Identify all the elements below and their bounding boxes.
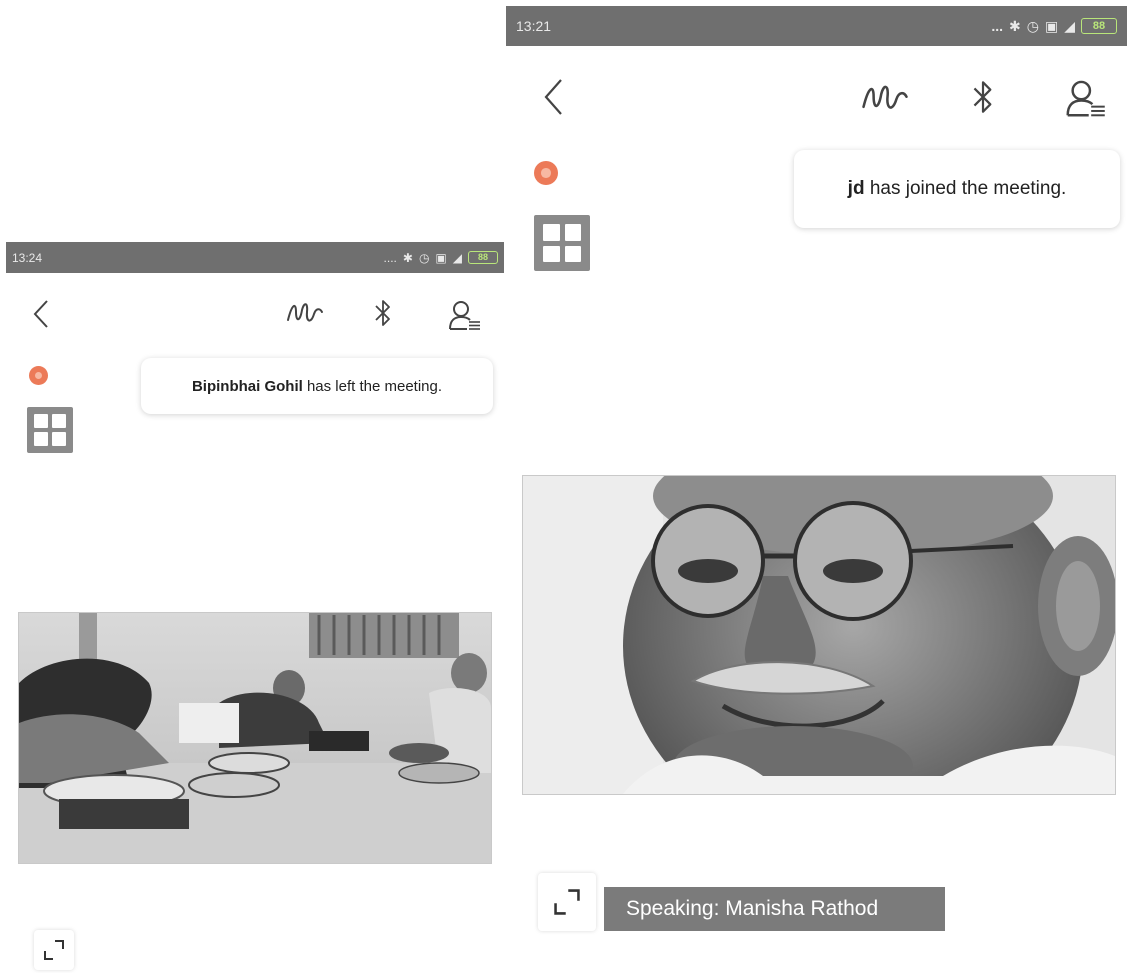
status-time: 13:21	[516, 18, 552, 34]
status-icons: ... ✱ ◷ ▣ ◢ 88	[991, 18, 1117, 35]
alarm-status-icon: ◷	[1026, 17, 1039, 34]
bluetooth-icon	[973, 81, 992, 113]
back-icon	[33, 300, 48, 328]
video-feed[interactable]	[522, 475, 1116, 795]
left-meeting-screen: 13:24 .... ✱ ◷ ▣ ◢ 88 Bipinbhai Gohil ha…	[6, 242, 504, 973]
notification-status-icon: ▣	[1044, 17, 1059, 34]
bluetooth-icon	[375, 300, 390, 326]
alarm-status-icon: ◷	[418, 250, 430, 265]
meeting-notification-toast: jd has joined the meeting.	[794, 150, 1120, 228]
annotate-button[interactable]	[284, 298, 326, 328]
back-icon	[544, 79, 562, 115]
video-frame-image	[523, 476, 1115, 794]
expand-icon	[554, 889, 580, 915]
toast-message: Bipinbhai Gohil has left the meeting.	[192, 378, 442, 395]
back-button[interactable]	[28, 294, 54, 334]
grid-view-button[interactable]	[27, 407, 73, 453]
annotate-button[interactable]	[858, 78, 912, 118]
battery-icon: 88	[1081, 18, 1117, 34]
scribble-icon	[862, 85, 908, 109]
status-dots: ...	[991, 18, 1004, 34]
battery-icon: 88	[468, 251, 498, 264]
notification-status-icon: ▣	[435, 250, 447, 265]
notification-dot-icon	[534, 161, 558, 185]
participants-icon	[449, 301, 480, 330]
grid-view-icon-cell	[564, 224, 581, 241]
right-meeting-screen: 13:21 ... ✱ ◷ ▣ ◢ 88 jd has joined the m…	[506, 0, 1127, 973]
bluetooth-button[interactable]	[967, 74, 999, 120]
status-bar: 13:21 ... ✱ ◷ ▣ ◢ 88	[506, 6, 1127, 46]
fullscreen-button[interactable]	[538, 873, 596, 931]
active-speaker-label: Speaking: Manisha Rathod	[604, 887, 945, 931]
grid-view-icon-cell	[52, 414, 66, 428]
status-bar: 13:24 .... ✱ ◷ ▣ ◢ 88	[6, 242, 504, 273]
fullscreen-button[interactable]	[34, 930, 74, 970]
grid-view-button[interactable]	[534, 215, 590, 271]
status-dots: ....	[383, 250, 397, 265]
grid-view-icon-cell	[543, 245, 560, 262]
participants-button[interactable]	[446, 298, 482, 332]
grid-view-icon-cell	[543, 224, 560, 241]
status-time: 13:24	[12, 250, 43, 265]
status-icons: .... ✱ ◷ ▣ ◢ 88	[384, 251, 498, 265]
toast-message: jd has joined the meeting.	[848, 178, 1067, 200]
signal-status-icon: ◢	[452, 250, 462, 265]
toast-participant-name: Bipinbhai Gohil	[191, 377, 303, 395]
participants-button[interactable]	[1062, 76, 1108, 120]
expand-icon	[44, 940, 64, 960]
signal-status-icon: ◢	[1064, 17, 1075, 34]
meeting-notification-toast: Bipinbhai Gohil has left the meeting.	[141, 358, 493, 414]
grid-view-icon-cell	[34, 414, 48, 428]
toast-text: has joined the meeting.	[864, 178, 1067, 199]
grid-view-icon-cell	[34, 432, 48, 446]
scribble-icon	[287, 303, 323, 322]
bluetooth-button[interactable]	[370, 296, 396, 330]
bluetooth-status-icon: ✱	[402, 250, 413, 265]
grid-view-icon-cell	[52, 432, 66, 446]
toast-participant-name: jd	[847, 178, 865, 199]
participants-icon	[1066, 80, 1105, 117]
bluetooth-status-icon: ✱	[1009, 17, 1021, 34]
grid-view-icon-cell	[564, 245, 581, 262]
video-frame-image	[19, 613, 491, 863]
video-feed[interactable]	[18, 612, 492, 864]
toast-text: has left the meeting.	[302, 377, 443, 395]
back-button[interactable]	[538, 72, 568, 122]
notification-dot-icon	[29, 366, 48, 385]
